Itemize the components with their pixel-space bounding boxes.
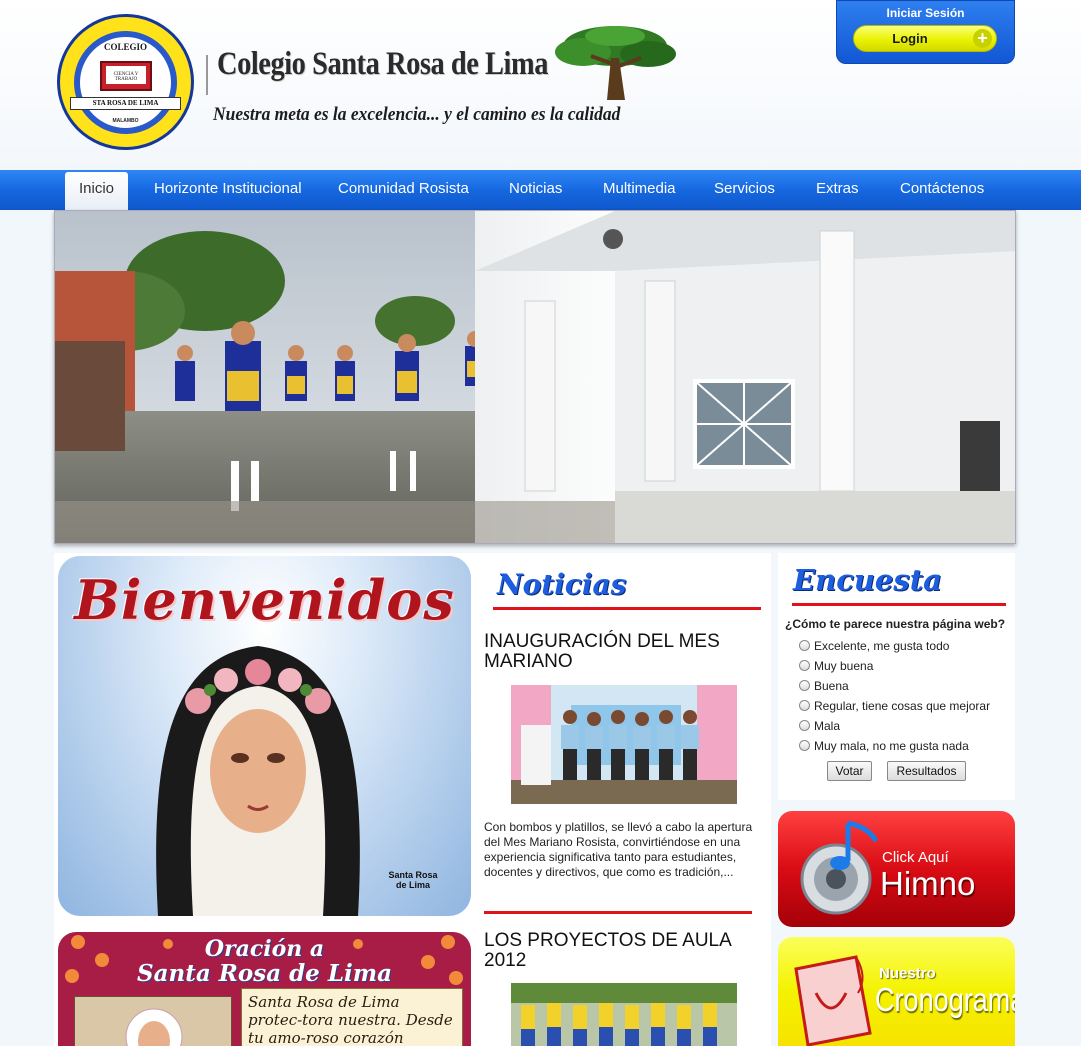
logo-emblem: COLEGIO CIENCIA Y TRABAJO STA ROSA DE LI… (70, 31, 181, 134)
news-image-1[interactable] (511, 685, 737, 804)
himno-card[interactable]: Click Aquí Himno (778, 811, 1015, 927)
radio-button[interactable] (799, 640, 810, 651)
welcome-card[interactable]: Bienvenidos Santa Rosa de Lima (58, 556, 471, 916)
radio-button[interactable] (799, 660, 810, 671)
poll-option-label: Muy mala, no me gusta nada (814, 739, 969, 753)
nav-item-extras[interactable]: Extras (816, 170, 859, 210)
poll-heading-rule (792, 603, 1006, 606)
poll-option-label: Regular, tiene cosas que mejorar (814, 699, 991, 713)
prayer-saint-image (74, 996, 232, 1046)
plus-icon: + (973, 29, 992, 48)
poll-option[interactable]: Regular, tiene cosas que mejorar (799, 699, 990, 713)
parade-photo (55, 211, 1015, 543)
login-button[interactable]: Login + (853, 25, 997, 52)
logo-bottom-text: MALAMBO (112, 118, 139, 124)
cronograma-card[interactable]: Nuestro Cronograma (778, 937, 1015, 1046)
news-image-2[interactable] (511, 983, 737, 1046)
news-heading-rule (493, 607, 761, 610)
news-divider (484, 911, 752, 914)
news-summary-1: Con bombos y platillos, se llevó a cabo … (484, 820, 753, 879)
poll-option[interactable]: Mala (799, 719, 840, 733)
prayer-text: Santa Rosa de Lima protec-tora nuestra. … (248, 993, 453, 1046)
saint-portrait-image (156, 646, 360, 916)
logo-top-text: COLEGIO (103, 42, 147, 52)
poll-option-label: Excelente, me gusta todo (814, 639, 950, 653)
speaker-music-icon (800, 820, 879, 915)
news-title-1[interactable]: INAUGURACIÓN DEL MES MARIANO (484, 632, 754, 672)
nav-item-horizonte-institucional[interactable]: Horizonte Institucional (154, 170, 302, 210)
himno-click-text: Click Aquí (882, 849, 949, 866)
poll-option[interactable]: Muy mala, no me gusta nada (799, 739, 969, 753)
banner-image (54, 210, 1016, 544)
poll-option[interactable]: Muy buena (799, 659, 873, 673)
site-header: COLEGIO CIENCIA Y TRABAJO STA ROSA DE LI… (0, 0, 1081, 170)
nav-item-servicios[interactable]: Servicios (714, 170, 775, 210)
himno-title: Himno (880, 865, 976, 902)
vote-button[interactable]: Votar (827, 761, 872, 781)
results-button[interactable]: Resultados (887, 761, 966, 781)
logo-book-text: CIENCIA Y TRABAJO (106, 66, 146, 84)
book-icon: CIENCIA Y TRABAJO (100, 61, 152, 91)
radio-button[interactable] (799, 740, 810, 751)
saint-caption: Santa Rosa de Lima (388, 870, 438, 890)
header-divider (206, 55, 208, 95)
poll-heading: Encuesta (793, 563, 942, 597)
poll-question: ¿Cómo te parece nuestra página web? (785, 617, 1006, 631)
news-title-2[interactable]: LOS PROYECTOS DE AULA 2012 (484, 931, 754, 971)
cronograma-title: Cronograma (875, 981, 1015, 1018)
site-title: Colegio Santa Rosa de Lima (217, 46, 548, 82)
main-nav: Inicio Horizonte Institucional Comunidad… (0, 170, 1081, 210)
site-slogan: Nuestra meta es la excelencia... y el ca… (213, 104, 621, 125)
poll-option-label: Buena (814, 679, 849, 693)
tree-icon (555, 26, 676, 100)
poll-option-label: Muy buena (814, 659, 874, 673)
radio-button[interactable] (799, 700, 810, 711)
calendar-icon (794, 955, 872, 1046)
login-button-label: Login (892, 31, 928, 46)
school-logo[interactable]: COLEGIO CIENCIA Y TRABAJO STA ROSA DE LI… (57, 14, 194, 150)
nav-item-noticias[interactable]: Noticias (509, 170, 562, 210)
prayer-title-line2: Santa Rosa de Lima (137, 960, 392, 987)
login-title: Iniciar Sesión (886, 6, 965, 20)
prayer-card[interactable]: Oración a Santa Rosa de Lima Santa Rosa … (58, 932, 471, 1046)
prayer-text-panel: Santa Rosa de Lima protec-tora nuestra. … (241, 988, 463, 1046)
logo-ribbon: STA ROSA DE LIMA (70, 97, 181, 110)
nav-item-contactenos[interactable]: Contáctenos (900, 170, 984, 210)
radio-button[interactable] (799, 720, 810, 731)
nav-item-inicio[interactable]: Inicio (65, 172, 129, 210)
prayer-title-line1: Oración a (204, 936, 325, 962)
login-panel: Iniciar Sesión Login + (836, 0, 1015, 64)
poll-option[interactable]: Excelente, me gusta todo (799, 639, 949, 653)
poll-option-label: Mala (814, 719, 841, 733)
nav-item-multimedia[interactable]: Multimedia (603, 170, 676, 210)
news-heading: Noticias (497, 568, 627, 601)
cronograma-small-text: Nuestro (879, 965, 936, 982)
radio-button[interactable] (799, 680, 810, 691)
welcome-title: Bienvenidos (74, 568, 455, 632)
poll-option[interactable]: Buena (799, 679, 849, 693)
nav-item-comunidad-rosista[interactable]: Comunidad Rosista (338, 170, 469, 210)
